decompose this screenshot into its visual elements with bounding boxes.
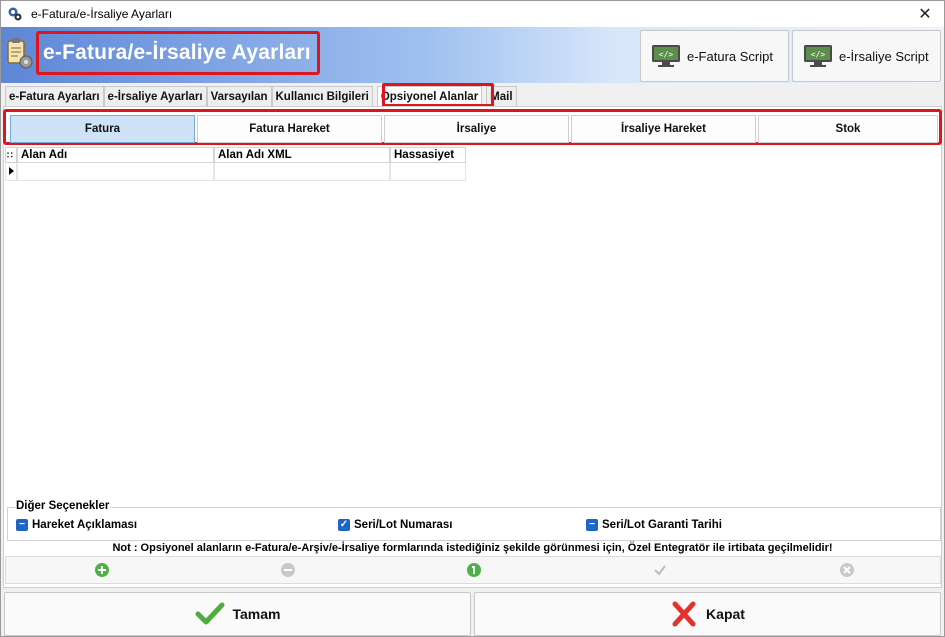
tab-varsayilan[interactable]: Varsayılan: [206, 86, 272, 107]
monitor-code-icon: </>: [652, 45, 680, 67]
grid-cell[interactable]: [214, 163, 390, 181]
info-note: Not : Opsiyonel alanların e-Fatura/e-Arş…: [112, 542, 833, 554]
efatura-script-button[interactable]: </> e-Fatura Script: [640, 30, 789, 82]
subtab-irsaliye-hareket[interactable]: İrsaliye Hareket: [571, 115, 756, 143]
delete-record-icon[interactable]: [281, 563, 295, 577]
row-pointer-icon: [5, 163, 17, 181]
main-tabs: e-Fatura Ayarları e-İrsaliye Ayarları Va…: [5, 86, 517, 107]
tab-eirsaliye-ayarlari[interactable]: e-İrsaliye Ayarları: [103, 86, 207, 107]
subtab-irsaliye[interactable]: İrsaliye: [384, 115, 569, 143]
ok-button-label: Tamam: [232, 606, 281, 622]
other-options-group: [7, 507, 941, 541]
option-hareket-aciklamasi[interactable]: − Hareket Açıklaması: [16, 519, 137, 531]
edit-record-icon[interactable]: [467, 563, 481, 577]
close-button-label: Kapat: [706, 606, 745, 622]
close-x-icon: [672, 601, 696, 627]
window-close-button[interactable]: ✕: [914, 4, 936, 24]
settings-window: e-Fatura/e-İrsaliye Ayarları ✕ e-Fatura/…: [0, 0, 945, 637]
svg-text:</>: </>: [659, 50, 674, 59]
subtab-fatura[interactable]: Fatura: [10, 115, 195, 143]
other-options-title: Diğer Seçenekler: [15, 500, 111, 512]
indeterminate-checkbox-icon[interactable]: −: [16, 519, 28, 531]
tab-efatura-ayarlari[interactable]: e-Fatura Ayarları: [5, 86, 104, 107]
add-record-icon[interactable]: [95, 563, 109, 577]
row-indicator-header: ∷: [5, 147, 17, 163]
cancel-record-icon[interactable]: [840, 563, 854, 577]
title-bar: e-Fatura/e-İrsaliye Ayarları ✕: [1, 1, 944, 27]
checked-checkbox-icon[interactable]: ✓: [338, 519, 350, 531]
option-label: Seri/Lot Numarası: [354, 519, 453, 531]
app-icon: [7, 6, 23, 22]
post-record-icon[interactable]: [653, 563, 667, 577]
close-button[interactable]: Kapat: [474, 592, 941, 636]
option-label: Hareket Açıklaması: [32, 519, 138, 531]
tab-mail[interactable]: Mail: [486, 86, 517, 107]
option-label: Seri/Lot Garanti Tarihi: [602, 519, 722, 531]
grid-cell[interactable]: [17, 163, 214, 181]
monitor-code-icon: </>: [804, 45, 832, 67]
option-seri-lot-numarasi[interactable]: ✓ Seri/Lot Numarası: [338, 519, 452, 531]
subtab-fatura-hareket[interactable]: Fatura Hareket: [197, 115, 382, 143]
page-title: e-Fatura/e-İrsaliye Ayarları: [43, 41, 311, 64]
page-title-highlight: e-Fatura/e-İrsaliye Ayarları: [36, 31, 320, 75]
grid-navigator: [5, 556, 941, 584]
header-banner: e-Fatura/e-İrsaliye Ayarları </> e-Fatur…: [1, 27, 944, 83]
column-header-alan-adi-xml[interactable]: Alan Adı XML: [214, 147, 390, 163]
tab-opsiyonel-alanlar[interactable]: Opsiyonel Alanlar: [376, 86, 483, 107]
eirsaliye-script-label: e-İrsaliye Script: [839, 48, 929, 64]
svg-text:</>: </>: [811, 50, 826, 59]
column-header-alan-adi[interactable]: Alan Adı: [17, 147, 214, 163]
indeterminate-checkbox-icon[interactable]: −: [586, 519, 598, 531]
optional-fields-grid[interactable]: ∷ Alan Adı Alan Adı XML Hassasiyet: [5, 147, 467, 181]
window-title: e-Fatura/e-İrsaliye Ayarları: [31, 7, 173, 21]
subtab-stok[interactable]: Stok: [758, 115, 938, 143]
efatura-script-label: e-Fatura Script: [687, 48, 773, 64]
sub-tabs: Fatura Fatura Hareket İrsaliye İrsaliye …: [3, 109, 942, 145]
checkmark-icon: [195, 602, 224, 625]
ok-button[interactable]: Tamam: [4, 592, 471, 636]
option-seri-lot-garanti-tarihi[interactable]: − Seri/Lot Garanti Tarihi: [586, 519, 722, 531]
tab-kullanici-bilgileri[interactable]: Kullanıcı Bilgileri: [271, 86, 373, 107]
column-header-hassasiyet[interactable]: Hassasiyet: [390, 147, 466, 163]
eirsaliye-script-button[interactable]: </> e-İrsaliye Script: [792, 30, 941, 82]
grid-cell[interactable]: [390, 163, 466, 181]
clipboard-gear-icon: [5, 35, 35, 75]
